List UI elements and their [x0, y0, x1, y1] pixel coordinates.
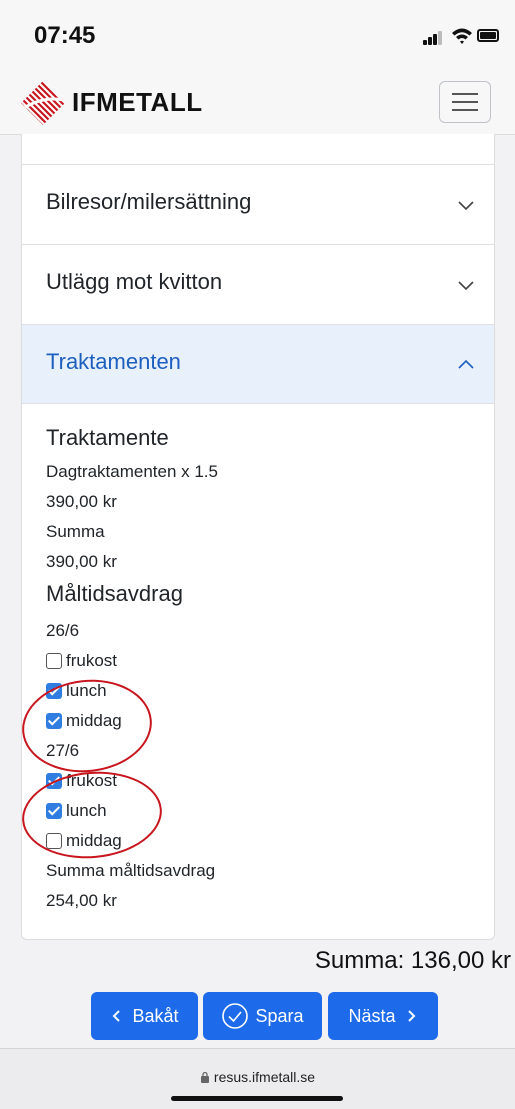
traktamente-amount: 390,00 kr	[46, 492, 117, 511]
save-button-label: Spara	[255, 1005, 304, 1026]
accordion-header-traktamenten[interactable]: Traktamenten	[22, 324, 494, 404]
traktamente-summa-label: Summa	[46, 522, 105, 541]
day-date: 26/6	[46, 621, 80, 640]
chevron-down-icon	[458, 281, 474, 291]
accordion-label: Utlägg mot kvitton	[46, 269, 223, 294]
status-icons	[423, 26, 501, 48]
maltid-heading: Måltidsavdrag	[46, 581, 183, 606]
traktamente-type: Dagtraktamenten x 1.5	[46, 462, 218, 481]
next-button[interactable]: Nästa	[328, 992, 438, 1040]
traktamente-summa-value: 390,00 kr	[46, 552, 117, 571]
checkbox-label: frukost	[66, 651, 118, 670]
next-button-label: Nästa	[348, 1005, 396, 1026]
url-text: resus.ifmetall.se	[213, 1069, 316, 1085]
maltid-summa-label: Summa måltidsavdrag	[46, 861, 216, 880]
browser-url-bar[interactable]: resus.ifmetall.se	[0, 1048, 515, 1109]
ifmetall-logo-icon[interactable]	[18, 78, 68, 128]
url-display[interactable]: resus.ifmetall.se	[0, 1069, 515, 1085]
chevron-left-icon	[113, 1010, 121, 1022]
status-time: 07:45	[34, 22, 96, 49]
signal-icon	[423, 29, 443, 45]
battery-icon	[477, 29, 499, 42]
lock-icon	[200, 1071, 209, 1083]
chevron-down-icon	[458, 201, 474, 211]
menu-toggle-button[interactable]	[439, 81, 491, 123]
accordion-header-utlagg[interactable]: Utlägg mot kvitton	[22, 244, 494, 324]
home-indicator[interactable]	[171, 1096, 343, 1101]
traktamente-heading: Traktamente	[46, 425, 169, 450]
status-bar: 07:45	[0, 0, 515, 70]
back-button[interactable]: Bakåt	[91, 992, 198, 1040]
chevron-right-icon	[407, 1010, 415, 1022]
accordion-label: Traktamenten	[46, 349, 181, 374]
accordion-header-bilresor[interactable]: Bilresor/milersättning	[22, 164, 494, 244]
back-button-label: Bakåt	[132, 1005, 179, 1026]
maltid-summa-value: 254,00 kr	[46, 891, 117, 910]
accordion-label: Bilresor/milersättning	[46, 189, 252, 214]
accordion-previous-section	[22, 134, 494, 164]
save-button[interactable]: Spara	[203, 992, 322, 1040]
brand-name[interactable]: IFMETALL	[72, 87, 203, 118]
total-sum: Summa: 136,00 kr	[314, 947, 511, 974]
checkbox-frukost-26-6[interactable]: frukost	[46, 646, 486, 676]
check-circle-icon	[222, 1003, 249, 1029]
checkbox[interactable]	[46, 653, 62, 669]
chevron-up-icon	[458, 359, 474, 369]
wifi-icon	[452, 28, 472, 44]
navbar: IFMETALL	[0, 70, 515, 135]
